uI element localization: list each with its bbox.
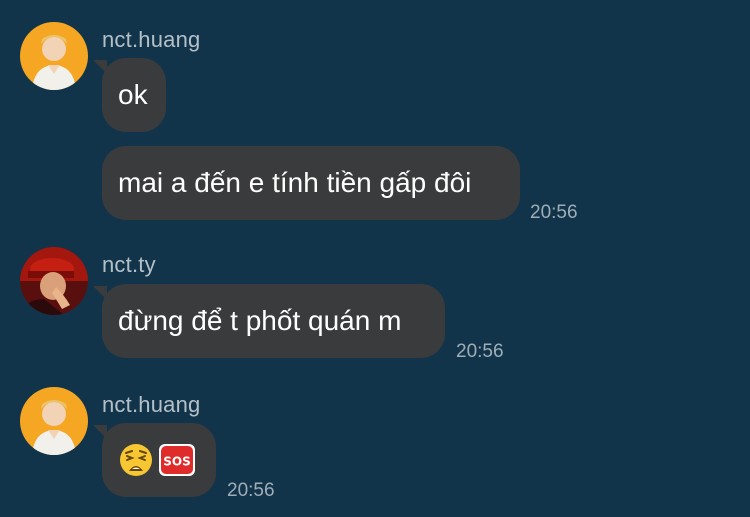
avatar-nct-huang[interactable] <box>20 22 88 90</box>
avatar-nct-ty[interactable] <box>20 247 88 315</box>
message-timestamp: 20:56 <box>530 202 578 223</box>
bubble-tail <box>93 60 107 74</box>
message-timestamp: 20:56 <box>227 480 275 501</box>
emoji-row: SOS <box>118 423 196 497</box>
bubble-tail <box>93 286 107 300</box>
message-text: đừng để t phốt quán m <box>118 305 402 336</box>
sender-name: nct.ty <box>102 252 156 277</box>
message-text: mai a đến e tính tiền gấp đôi <box>118 167 472 198</box>
message-bubble[interactable]: SOS <box>93 423 216 497</box>
sos-emoji-icon: SOS <box>159 444 195 476</box>
person-avatar-icon <box>20 387 88 455</box>
message-text: ok <box>118 79 148 110</box>
message-bubble[interactable]: ok <box>93 58 166 132</box>
message-bubble[interactable]: mai a đến e tính tiền gấp đôi <box>102 146 520 220</box>
bubble-tail <box>93 425 107 439</box>
message-timestamp: 20:56 <box>456 341 504 362</box>
sos-label: SOS <box>163 455 191 469</box>
person-avatar-icon <box>20 247 88 315</box>
avatar-nct-huang[interactable] <box>20 387 88 455</box>
person-avatar-icon <box>20 22 88 90</box>
sender-name: nct.huang <box>102 392 201 417</box>
sender-name: nct.huang <box>102 27 201 52</box>
message-bubble[interactable]: đừng để t phốt quán m <box>93 284 445 358</box>
weary-face-emoji-icon <box>120 444 152 476</box>
